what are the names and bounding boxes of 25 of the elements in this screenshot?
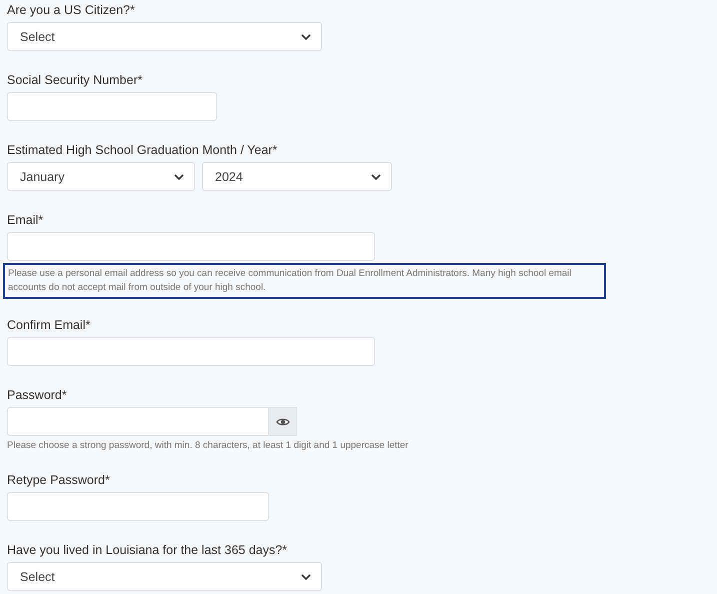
hint-text: Please choose a strong password, with min. 8 characters, at least 1 digit and 1 uppercase letter [7, 440, 410, 451]
field-label: Social Security Number* [7, 72, 144, 89]
eye-icon [276, 416, 290, 426]
input-field[interactable] [7, 232, 375, 261]
input-field[interactable] [7, 337, 375, 366]
field-label: Password* [7, 387, 68, 404]
chevron-down-icon [371, 174, 381, 180]
field-label: Retype Password* [7, 472, 111, 489]
input-field[interactable] [7, 92, 217, 121]
select-field[interactable]: Select [7, 22, 322, 51]
field-label: Are you a US Citizen?* [7, 2, 136, 19]
chevron-down-icon [301, 574, 311, 580]
input-field[interactable] [7, 492, 269, 521]
select-field[interactable]: Select [7, 562, 322, 591]
field-label: Estimated High School Graduation Month / Year* [7, 142, 278, 159]
field-label: Email* [7, 212, 44, 229]
eye-icon-button[interactable] [269, 407, 297, 436]
select-field[interactable]: 2024 [202, 162, 392, 191]
password-field[interactable] [7, 407, 269, 436]
field-label: Confirm Email* [7, 317, 92, 334]
select-field[interactable]: January [7, 162, 195, 191]
field-label: Have you lived in Louisiana for the last 365 days?* [7, 542, 288, 559]
chevron-down-icon [174, 174, 184, 180]
help-note: Please use a personal email address so you can receive communication from Dual Enrollment Administrators. Many high school email accounts do not accept mail from outside of your high school. [3, 263, 606, 299]
chevron-down-icon [301, 34, 311, 40]
